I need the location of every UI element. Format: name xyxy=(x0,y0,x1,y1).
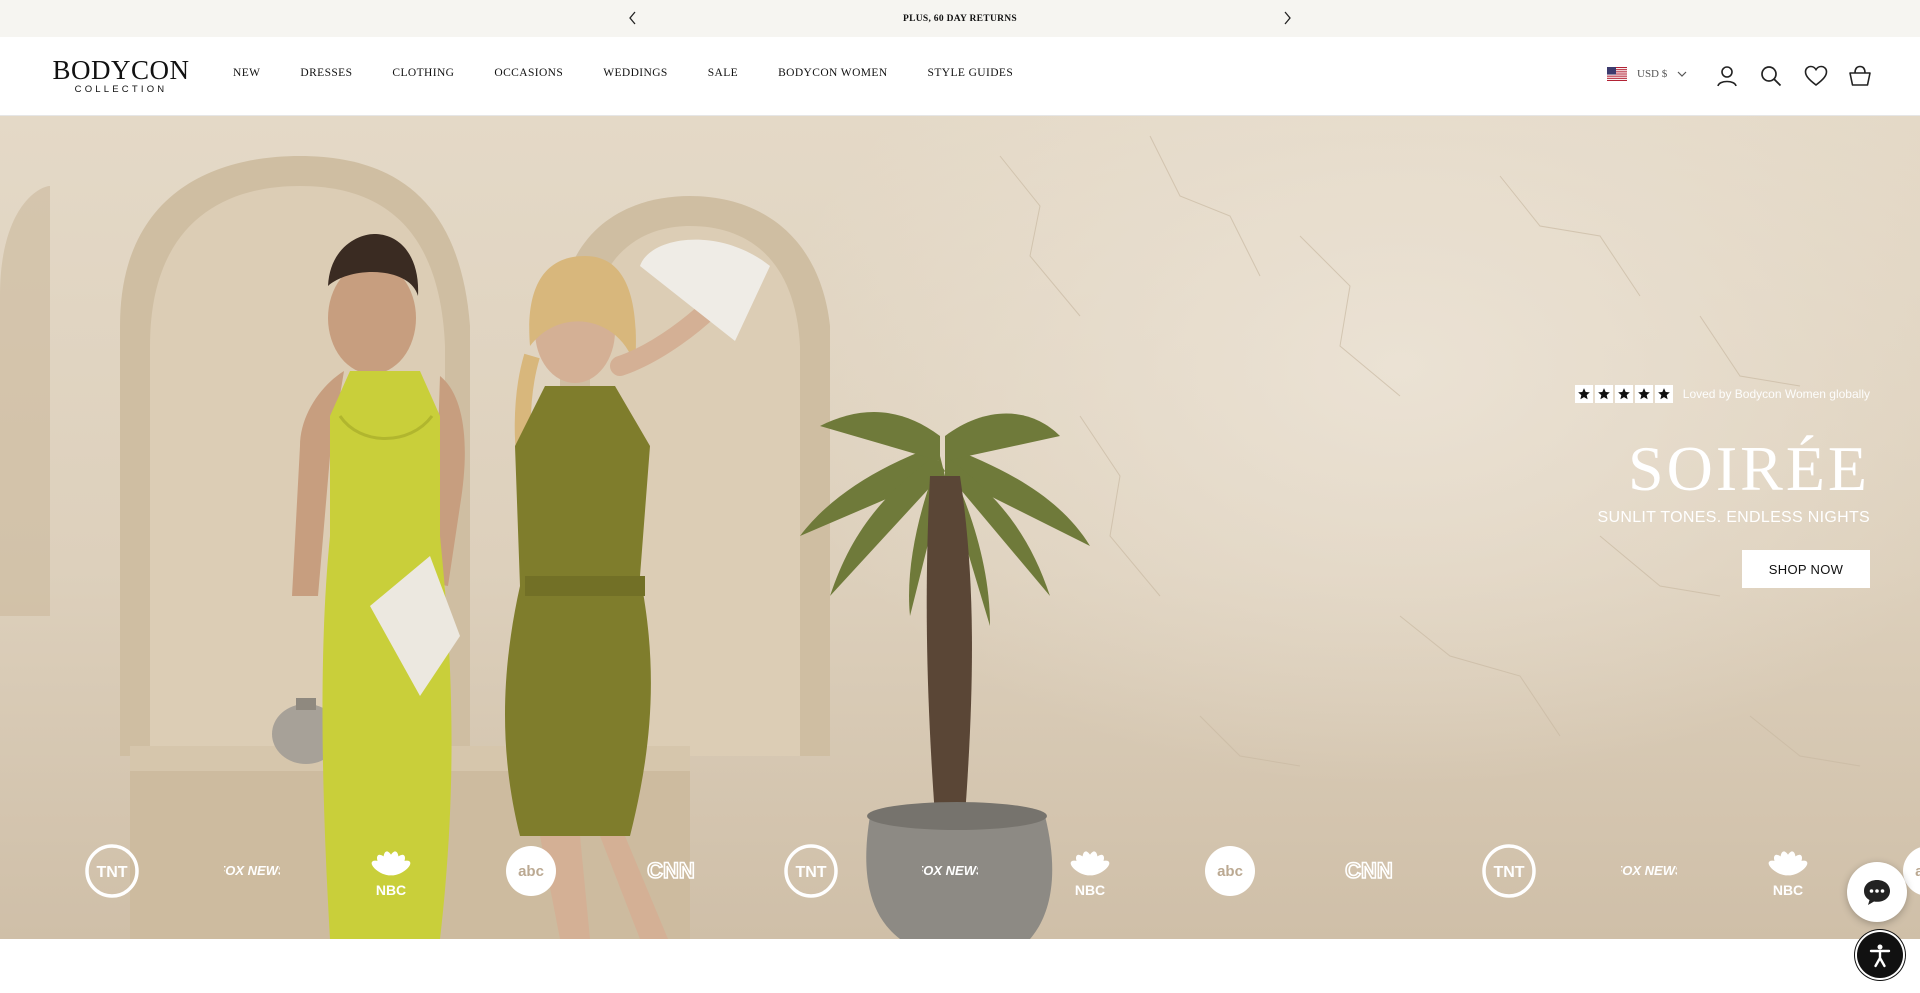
media-logo-mark: NBC xyxy=(1769,851,1808,898)
media-logo-text: abc xyxy=(1915,863,1920,880)
nav-item-clothing[interactable]: CLOTHING xyxy=(392,67,454,79)
logo-sub-text: COLLECTION xyxy=(74,84,168,95)
nav-item-style-guides[interactable]: STYLE GUIDES xyxy=(928,67,1014,79)
media-logo-text: NBC xyxy=(1773,882,1803,898)
media-logo-text: FOX NEWS xyxy=(922,863,978,878)
media-logo-text: FOX NEWS xyxy=(224,863,280,878)
media-logo-text: TNT xyxy=(1493,864,1524,881)
media-logo: NBC xyxy=(1062,843,1118,899)
basket-icon xyxy=(1849,65,1871,86)
nav-item-sale[interactable]: SALE xyxy=(708,67,738,79)
currency-label: USD $ xyxy=(1637,68,1668,80)
shop-now-button[interactable]: SHOP NOW xyxy=(1742,550,1870,588)
media-logo: TNT xyxy=(84,843,140,899)
brand-logo[interactable]: BODYCON COLLECTION xyxy=(52,57,190,97)
media-logo: TNT xyxy=(783,843,839,899)
hero-image xyxy=(0,135,1861,939)
media-logo-mark: FOX NEWS xyxy=(922,863,978,878)
star-icon xyxy=(1614,385,1633,403)
chevron-left-icon xyxy=(629,11,636,25)
reviews-badge: Loved by Bodycon Women globally xyxy=(1574,385,1870,403)
media-logo-mark: NBC xyxy=(1070,851,1110,898)
chat-bubble-icon xyxy=(1864,880,1890,905)
accessibility-icon xyxy=(1869,944,1891,968)
media-logo: CNN xyxy=(1341,843,1397,899)
media-logo-mark: TNT xyxy=(1482,844,1536,898)
media-logo-text: abc xyxy=(518,863,544,880)
media-logo-text: abc xyxy=(1217,863,1243,880)
media-logo: abc xyxy=(503,843,559,899)
media-logo: TNT xyxy=(1481,843,1537,899)
accessibility-button[interactable] xyxy=(1857,932,1903,978)
main-nav: NEW DRESSES CLOTHING OCCASIONS WEDDINGS … xyxy=(233,67,1013,79)
nav-item-dresses[interactable]: DRESSES xyxy=(300,67,352,79)
site-header: BODYCON COLLECTION NEW DRESSES CLOTHING … xyxy=(0,37,1920,116)
media-logo-text: CNN xyxy=(1345,858,1393,883)
hero-title: SOIRÉE xyxy=(1628,433,1870,504)
media-logo: NBC xyxy=(363,843,419,899)
media-logo: abc xyxy=(1202,843,1258,899)
logo-main-text: BODYCON xyxy=(52,55,190,85)
wishlist-button[interactable] xyxy=(1803,63,1829,89)
heart-icon xyxy=(1804,65,1828,87)
media-logo-text: CNN xyxy=(647,858,695,883)
search-icon xyxy=(1761,66,1782,87)
media-logo-mark: CNN xyxy=(1345,857,1394,884)
media-logo: FOX NEWS xyxy=(922,843,978,899)
media-logo: CNN xyxy=(643,843,699,899)
account-icon xyxy=(1717,66,1737,87)
reviews-text: Loved by Bodycon Women globally xyxy=(1682,387,1870,401)
media-logo-mark: NBC xyxy=(372,851,411,898)
star-icon xyxy=(1574,385,1593,403)
media-logo-mark: FOX NEWS xyxy=(224,863,280,878)
chevron-right-icon xyxy=(1284,11,1291,25)
media-logo-mark: TNT xyxy=(783,844,838,898)
media-logo-strip: TNT FOX NEWS NBC abc CNN TNT FOX NEWS NBC abc CNN… xyxy=(0,843,1920,899)
media-logo-text: TNT xyxy=(795,864,826,881)
star-icon xyxy=(1654,385,1673,403)
hero-banner[interactable]: Loved by Bodycon Women globally SOIRÉE S… xyxy=(0,116,1920,939)
announcement-prev-button[interactable] xyxy=(621,6,645,30)
media-logo-mark: abc xyxy=(1204,846,1255,896)
media-logo-mark: TNT xyxy=(85,844,139,898)
nav-item-bodycon-women[interactable]: BODYCON WOMEN xyxy=(778,67,887,79)
basket-button[interactable] xyxy=(1847,63,1873,89)
media-logo-text: NBC xyxy=(1075,882,1105,898)
nav-item-new[interactable]: NEW xyxy=(233,67,260,79)
media-logo-mark: abc xyxy=(506,846,557,896)
media-logo-text: NBC xyxy=(376,882,406,898)
nav-item-weddings[interactable]: WEDDINGS xyxy=(603,67,668,79)
announcement-text: PLUS, 60 DAY RETURNS xyxy=(902,13,1018,24)
media-logo: FOX NEWS xyxy=(1621,843,1677,899)
star-icon xyxy=(1594,385,1613,403)
announcement-next-button[interactable] xyxy=(1275,6,1299,30)
media-logo: FOX NEWS xyxy=(224,843,280,899)
announcement-bar: PLUS, 60 DAY RETURNS xyxy=(0,0,1920,37)
chevron-down-icon xyxy=(1677,71,1687,77)
star-rating xyxy=(1574,385,1673,403)
media-logo-mark: FOX NEWS xyxy=(1621,863,1677,878)
media-logo-mark: CNN xyxy=(646,857,695,884)
search-button[interactable] xyxy=(1758,63,1784,89)
account-button[interactable] xyxy=(1714,63,1740,89)
hero-subtitle: SUNLIT TONES. ENDLESS NIGHTS xyxy=(1597,509,1870,526)
us-flag-icon xyxy=(1607,67,1627,81)
media-logo-text: FOX NEWS xyxy=(1621,863,1677,878)
nav-item-occasions[interactable]: OCCASIONS xyxy=(494,67,563,79)
media-logo-text: TNT xyxy=(96,864,127,881)
currency-selector[interactable]: USD $ xyxy=(1607,67,1687,81)
media-logo: NBC xyxy=(1760,843,1816,899)
star-icon xyxy=(1634,385,1653,403)
chat-button[interactable] xyxy=(1847,862,1907,922)
